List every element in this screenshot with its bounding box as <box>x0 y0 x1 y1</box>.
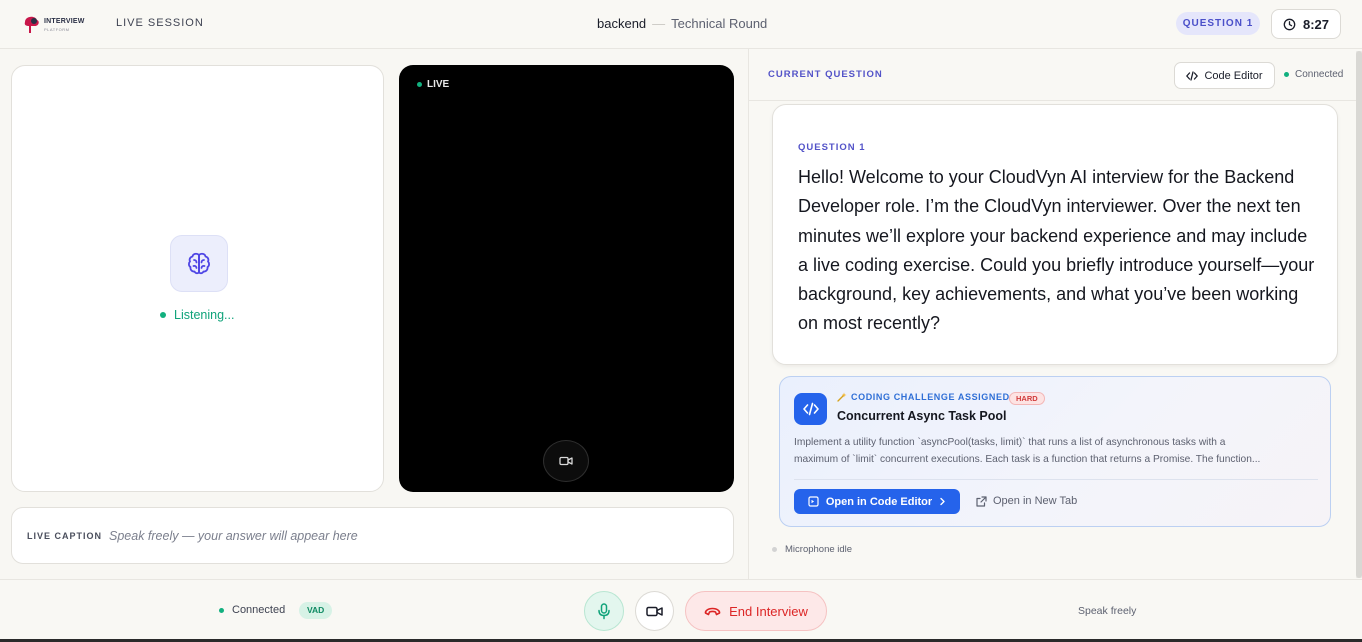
phone-hangup-icon <box>704 607 721 615</box>
control-bar: Connected VAD End Interview Speak freely <box>0 579 1362 642</box>
challenge-description-line-2: maximum of `limit` concurrent executions… <box>794 454 1261 465</box>
caption-label: LIVE CAPTION <box>27 531 103 541</box>
challenge-description: Implement a utility function `asyncPool(… <box>794 434 1314 468</box>
logo-mark-icon <box>24 16 39 33</box>
brain-icon <box>188 252 210 274</box>
footer-connection-status: Connected <box>219 604 285 616</box>
role-name: backend <box>597 16 647 31</box>
timer-value: 8:27 <box>1302 16 1330 32</box>
question-panel: CURRENT QUESTION Code Editor Connected Q… <box>748 49 1362 579</box>
microphone-button[interactable] <box>584 591 624 631</box>
answer-mode-label: Speak freely <box>1078 605 1137 617</box>
title-separator: — <box>652 16 666 31</box>
connection-text: Connected <box>1295 69 1344 80</box>
question-panel-header: CURRENT QUESTION Code Editor Connected <box>749 49 1362 101</box>
challenge-code-icon-box <box>794 393 827 425</box>
challenge-assigned-label: CODING CHALLENGE ASSIGNED <box>837 392 1010 402</box>
open-in-new-tab-link[interactable]: Open in New Tab <box>976 495 1077 507</box>
chevron-right-icon <box>940 497 945 506</box>
end-interview-button[interactable]: End Interview <box>685 591 827 631</box>
code-editor-label: Code Editor <box>1204 69 1263 82</box>
interview-title: backend — Technical Round <box>597 16 767 31</box>
status-dot <box>160 312 166 318</box>
timer: 8:27 <box>1271 9 1341 39</box>
round-name: Technical Round <box>671 16 768 31</box>
logo-text: INTERVIEW <box>44 18 85 25</box>
microphone-status: Microphone idle <box>772 544 852 555</box>
open-tab-label: Open in New Tab <box>993 495 1078 507</box>
app-logo[interactable]: INTERVIEW PLATFORM <box>21 13 85 37</box>
end-interview-label: End Interview <box>729 603 808 619</box>
live-label: LIVE <box>427 79 450 90</box>
editor-icon <box>808 496 819 507</box>
assigned-text: CODING CHALLENGE ASSIGNED <box>851 392 1010 402</box>
question-text: Hello! Welcome to your CloudVyn AI inter… <box>798 167 1315 334</box>
ai-interviewer-panel: Listening... <box>11 65 384 492</box>
difficulty-badge: HARD <box>1009 392 1045 405</box>
code-editor-button[interactable]: Code Editor <box>1174 62 1275 89</box>
current-question-label: CURRENT QUESTION <box>768 69 883 80</box>
code-icon <box>1186 70 1199 81</box>
listening-status: Listening... <box>160 308 234 322</box>
question-number: QUESTION 1 <box>798 142 866 153</box>
video-camera-icon <box>559 456 573 466</box>
mic-status-text: Microphone idle <box>785 544 853 555</box>
open-editor-label: Open in Code Editor <box>825 495 933 508</box>
editor-connection-status: Connected <box>1284 69 1343 80</box>
live-badge: LIVE <box>417 79 449 90</box>
mic-status-dot <box>772 547 777 552</box>
camera-toggle-button[interactable] <box>543 440 589 482</box>
connection-dot <box>1284 72 1289 77</box>
challenge-divider <box>794 479 1318 480</box>
video-button[interactable] <box>635 591 674 631</box>
right-scrollbar[interactable] <box>1356 51 1362 578</box>
ai-avatar <box>170 235 228 292</box>
question-card: QUESTION 1 Hello! Welcome to your CloudV… <box>772 104 1338 365</box>
coding-challenge-card: CODING CHALLENGE ASSIGNED HARD Concurren… <box>779 376 1331 527</box>
top-bar: INTERVIEW PLATFORM LIVE SESSION backend —… <box>0 0 1362 49</box>
clock-icon <box>1283 18 1296 30</box>
caption-text: Speak freely — your answer will appear h… <box>109 529 358 543</box>
external-link-icon <box>976 495 987 507</box>
candidate-video: LIVE <box>399 65 734 492</box>
vad-badge: VAD <box>299 602 333 619</box>
microphone-icon <box>598 602 610 619</box>
code-icon <box>802 402 819 416</box>
open-in-code-editor-button[interactable]: Open in Code Editor <box>794 489 960 514</box>
sparkle-icon <box>837 392 847 402</box>
challenge-description-line-1: Implement a utility function `asyncPool(… <box>794 437 1226 448</box>
challenge-title: Concurrent Async Task Pool <box>837 409 1007 423</box>
listening-text: Listening... <box>174 308 235 322</box>
scrollbar-thumb[interactable] <box>1356 51 1362 578</box>
question-counter-badge: QUESTION 1 <box>1176 12 1260 35</box>
video-camera-icon <box>646 606 663 616</box>
footer-connection-dot <box>219 607 224 613</box>
session-label: LIVE SESSION <box>116 17 204 29</box>
live-caption-bar: LIVE CAPTION Speak freely — your answer … <box>11 507 734 564</box>
live-dot <box>417 82 422 87</box>
logo-subtext: PLATFORM <box>44 27 70 32</box>
footer-connection-text: Connected <box>232 604 286 616</box>
